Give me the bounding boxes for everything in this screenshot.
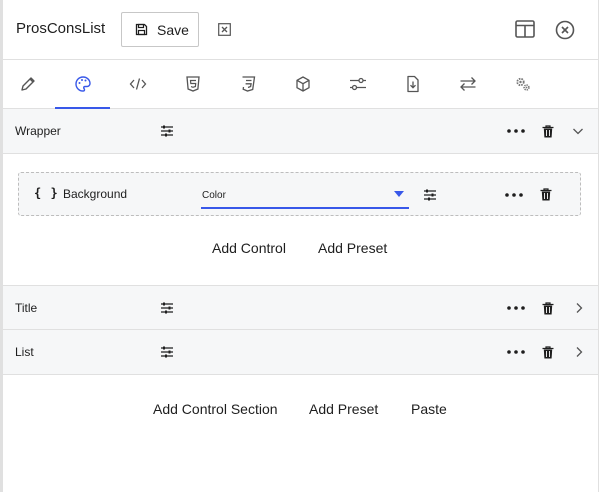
control-type-select[interactable]: Color [201, 182, 409, 209]
download-file-icon [406, 75, 419, 93]
tab-advanced[interactable] [495, 60, 550, 108]
trash-icon[interactable] [542, 125, 554, 138]
chevron-down-icon[interactable] [572, 125, 584, 137]
sliders-icon[interactable] [160, 346, 174, 358]
more-dots-icon[interactable] [507, 350, 525, 354]
sliders-icon[interactable] [160, 302, 174, 314]
tab-import[interactable] [385, 60, 440, 108]
paste-button[interactable]: Paste [411, 401, 447, 417]
save-label: Save [157, 21, 189, 38]
cube-icon [295, 76, 310, 92]
chevron-right-icon[interactable] [573, 346, 585, 358]
code-icon [129, 78, 146, 90]
panel-toolbar [0, 60, 599, 109]
trash-icon[interactable] [540, 188, 552, 201]
chevron-right-icon[interactable] [573, 302, 585, 314]
braces-icon[interactable]: { } [34, 186, 59, 200]
section-label: Wrapper [15, 124, 61, 138]
add-preset-button[interactable]: Add Preset [309, 401, 378, 417]
control-label: Background [63, 187, 128, 201]
floppy-disk-icon [135, 23, 148, 36]
select-value: Color [202, 190, 226, 201]
sliders-icon[interactable] [160, 125, 174, 137]
add-control-button[interactable]: Add Control [212, 240, 286, 256]
sliders-icon[interactable] [423, 189, 437, 201]
more-dots-icon[interactable] [507, 129, 525, 133]
control-card-background[interactable]: { } Background Color [18, 172, 581, 216]
section-row-title[interactable]: Title [3, 285, 598, 330]
split-layout-icon[interactable] [515, 20, 535, 38]
more-dots-icon[interactable] [507, 306, 525, 310]
tab-code[interactable] [110, 60, 165, 108]
gears-icon [515, 77, 530, 91]
add-preset-button[interactable]: Add Preset [318, 240, 387, 256]
close-square-icon[interactable] [218, 23, 231, 36]
section-row-wrapper[interactable]: Wrapper [3, 109, 598, 154]
swap-arrows-icon [459, 77, 476, 91]
editor-header: ProsConsList Save [0, 0, 599, 60]
add-control-section-button[interactable]: Add Control Section [153, 401, 278, 417]
component-title: ProsConsList [16, 20, 106, 37]
pencil-icon [20, 77, 35, 91]
tab-settings[interactable] [330, 60, 385, 108]
tab-html[interactable] [165, 60, 220, 108]
tab-transfer[interactable] [440, 60, 495, 108]
tab-pencil[interactable] [0, 60, 55, 108]
slider-settings-icon [349, 77, 366, 91]
section-label: List [15, 345, 34, 359]
html5-icon [185, 76, 200, 92]
tab-css[interactable] [220, 60, 275, 108]
trash-icon[interactable] [542, 346, 554, 359]
save-button[interactable]: Save [121, 12, 199, 47]
trash-icon[interactable] [542, 302, 554, 315]
dropdown-caret-icon [394, 191, 404, 197]
tab-block[interactable] [275, 60, 330, 108]
tab-style[interactable] [55, 60, 110, 109]
palette-icon [74, 76, 91, 92]
more-dots-icon[interactable] [505, 193, 523, 197]
css3-icon [241, 76, 255, 92]
section-label: Title [15, 301, 38, 315]
close-circle-icon[interactable] [555, 20, 575, 40]
section-row-list[interactable]: List [3, 330, 598, 375]
